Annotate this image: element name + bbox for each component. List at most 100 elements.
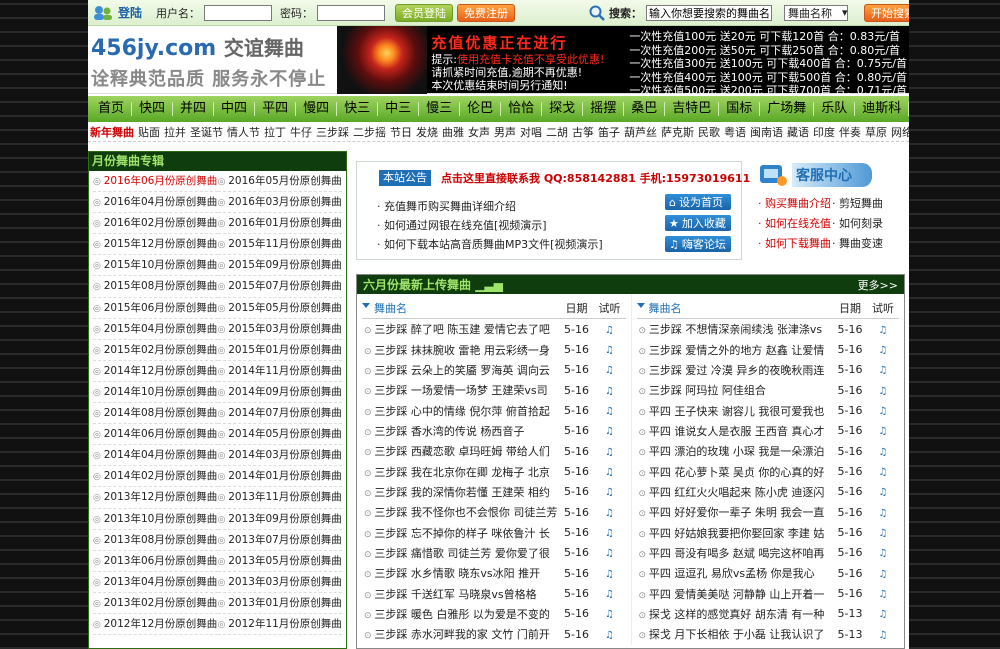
- song-title[interactable]: 平四 逗逗孔 易欣vs孟杨 你是我心: [637, 565, 834, 581]
- set-homepage-button[interactable]: ⌂ 设为首页: [665, 194, 731, 210]
- listen-button[interactable]: ♫: [867, 445, 899, 458]
- album-item[interactable]: 2016年04月份原创舞曲: [93, 192, 218, 214]
- nav-item[interactable]: 吉特巴: [665, 102, 720, 116]
- promo-banner[interactable]: 充值优惠正在进行 提示:使用充值卡充值不享受此优惠! 请抓紧时间充值,逾期不再优…: [427, 26, 909, 97]
- listen-button[interactable]: ♫: [594, 506, 626, 519]
- listen-button[interactable]: ♫: [594, 546, 626, 559]
- search-button[interactable]: 开始搜索: [864, 3, 909, 22]
- listen-button[interactable]: ♫: [867, 384, 899, 397]
- nav-item[interactable]: 国标: [719, 102, 761, 116]
- site-logo[interactable]: 456jy.com 交谊舞曲 诠释典范品质 服务永不停止: [88, 26, 337, 93]
- album-item[interactable]: 2013年05月份原创舞曲: [217, 551, 342, 572]
- nav-item[interactable]: 首页: [91, 102, 133, 116]
- nav-item[interactable]: 恰恰: [501, 102, 543, 116]
- album-item[interactable]: 2015年03月份原创舞曲: [217, 319, 342, 340]
- album-item[interactable]: 2016年01月份原创舞曲: [217, 213, 342, 235]
- subnav-item[interactable]: 拉并: [162, 124, 188, 140]
- buy-guide-link[interactable]: 购买舞曲介绍: [758, 195, 832, 212]
- recharge-guide-link[interactable]: 如何在线充值: [758, 215, 832, 232]
- forum-button[interactable]: ♫ 嗨客论坛: [665, 236, 731, 252]
- album-item[interactable]: 2014年08月份原创舞曲: [93, 403, 218, 425]
- album-item[interactable]: 2013年06月份原创舞曲: [93, 551, 218, 572]
- song-title[interactable]: 平四 爱情美美哒 河静静 山上开着一: [637, 586, 834, 602]
- notice-item[interactable]: 如何下载本站高音质舞曲MP3文件[视频演示]: [377, 235, 603, 254]
- album-item[interactable]: 2014年09月份原创舞曲: [217, 382, 342, 404]
- subnav-item[interactable]: 拉丁: [262, 124, 288, 140]
- album-item[interactable]: 2013年02月份原创舞曲: [93, 593, 218, 614]
- album-item[interactable]: 2015年06月份原创舞曲: [93, 298, 218, 319]
- nav-item[interactable]: 平四: [255, 102, 297, 116]
- album-item[interactable]: 2012年11月份原创舞曲: [217, 614, 342, 636]
- album-item[interactable]: 2015年04月份原创舞曲: [93, 319, 218, 340]
- subnav-item[interactable]: 情人节: [225, 124, 262, 140]
- album-item[interactable]: 2015年07月份原创舞曲: [217, 276, 342, 298]
- listen-button[interactable]: ♫: [594, 628, 626, 641]
- album-item[interactable]: 2013年04月份原创舞曲: [93, 572, 218, 593]
- nav-item[interactable]: 桑巴: [624, 102, 666, 116]
- download-guide-link[interactable]: 如何下载舞曲: [758, 235, 832, 252]
- album-item[interactable]: 2016年02月份原创舞曲: [93, 213, 218, 235]
- subnav-item[interactable]: 葫芦丝: [622, 124, 659, 140]
- listen-button[interactable]: ♫: [594, 526, 626, 539]
- album-item[interactable]: 2013年11月份原创舞曲: [217, 487, 342, 509]
- nav-item[interactable]: 中三: [378, 102, 420, 116]
- album-item[interactable]: 2015年02月份原创舞曲: [93, 340, 218, 361]
- album-item[interactable]: 2013年03月份原创舞曲: [217, 572, 342, 593]
- song-title[interactable]: 三步踩 爱情之外的地方 赵鑫 让爱情: [637, 342, 834, 358]
- password-input[interactable]: [317, 4, 386, 21]
- song-title[interactable]: 三步踩 不想情深亲闹续浅 张津涤vs: [637, 321, 834, 337]
- song-title[interactable]: 三步踩 忘不掉你的样子 咪依鲁汁 长: [362, 525, 560, 541]
- nav-item[interactable]: 慢三: [419, 102, 461, 116]
- listen-button[interactable]: ♫: [594, 343, 626, 356]
- song-title[interactable]: 探戈 这样的感觉真好 胡东清 有一种: [637, 606, 834, 622]
- song-title[interactable]: 三步踩 云朵上的笑靥 罗海英 调向云: [362, 362, 560, 378]
- song-title[interactable]: 平四 花心萝卜菜 吴贞 你的心真的好: [637, 464, 834, 480]
- song-title[interactable]: 三步踩 爱过 冷漠 异乡的夜晚秋雨连: [637, 362, 834, 378]
- search-type-select[interactable]: 舞曲名称 ▾: [784, 4, 849, 21]
- nav-item[interactable]: 慢四: [296, 102, 338, 116]
- burn-cd-link[interactable]: 如何刻录: [832, 215, 902, 232]
- nav-item[interactable]: 快四: [132, 102, 174, 116]
- nav-item[interactable]: 探戈: [542, 102, 584, 116]
- subnav-item[interactable]: 牛仔: [288, 124, 314, 140]
- song-title[interactable]: 三步踩 抹抹腕收 雷艳 用云彩绣一身: [362, 342, 560, 358]
- song-title[interactable]: 三步踩 我在北京你在卿 龙梅子 北京: [362, 464, 560, 480]
- subnav-item[interactable]: 萨克斯: [659, 124, 696, 140]
- listen-button[interactable]: ♫: [867, 607, 899, 620]
- subnav-item[interactable]: 曲雅: [440, 124, 466, 140]
- subnav-item[interactable]: 古筝: [570, 124, 596, 140]
- song-title[interactable]: 三步踩 心中的情缘 倪尔萍 俯首拾起: [362, 403, 560, 419]
- subnav-item[interactable]: 草原: [863, 124, 889, 140]
- subnav-item[interactable]: 节日: [388, 124, 414, 140]
- subnav-item[interactable]: 二胡: [544, 124, 570, 140]
- listen-button[interactable]: ♫: [594, 607, 626, 620]
- song-title[interactable]: 平四 哥没有喝多 赵斌 喝完这杯咱再: [637, 545, 834, 561]
- album-item[interactable]: 2015年01月份原创舞曲: [217, 340, 342, 361]
- subnav-item[interactable]: 印度: [811, 124, 837, 140]
- notice-item[interactable]: 如何通过网银在线充值[视频演示]: [377, 216, 603, 235]
- song-title[interactable]: 三步踩 香水湾的传说 杨西音子: [362, 423, 560, 439]
- register-button[interactable]: 免费注册: [457, 3, 516, 22]
- song-title[interactable]: 三步踩 水乡情歌 晓东vs冰阳 推开: [362, 565, 560, 581]
- search-input[interactable]: [646, 4, 773, 21]
- subnav-item[interactable]: 贴面: [136, 124, 162, 140]
- subnav-item[interactable]: 发烧: [414, 124, 440, 140]
- nav-item[interactable]: 迪斯科: [855, 102, 909, 116]
- listen-button[interactable]: ♫: [594, 485, 626, 498]
- subnav-item[interactable]: 伴奏: [837, 124, 863, 140]
- song-title[interactable]: 三步踩 我的深情你若懂 王建荣 相约: [362, 484, 560, 500]
- song-title[interactable]: 三步踩 西藏恋歌 卓玛旺姆 带给人们: [362, 443, 560, 459]
- listen-button[interactable]: ♫: [867, 323, 899, 336]
- album-item[interactable]: 2014年10月份原创舞曲: [93, 382, 218, 404]
- song-title[interactable]: 探戈 月下长相依 于小磊 让我认识了: [637, 626, 834, 642]
- song-title[interactable]: 三步踩 醉了吧 陈玉建 爱情它去了吧: [362, 321, 560, 337]
- listen-button[interactable]: ♫: [594, 323, 626, 336]
- album-item[interactable]: 2014年05月份原创舞曲: [217, 424, 342, 446]
- song-title[interactable]: 三步踩 暖色 白雅彤 以为爱是不变的: [362, 606, 560, 622]
- listen-button[interactable]: ♫: [594, 384, 626, 397]
- listen-button[interactable]: ♫: [867, 546, 899, 559]
- album-item[interactable]: 2012年12月份原创舞曲: [93, 614, 218, 636]
- trim-song-link[interactable]: 剪短舞曲: [832, 195, 902, 212]
- album-item[interactable]: 2015年09月份原创舞曲: [217, 255, 342, 277]
- add-favorite-button[interactable]: ★ 加入收藏: [665, 215, 731, 231]
